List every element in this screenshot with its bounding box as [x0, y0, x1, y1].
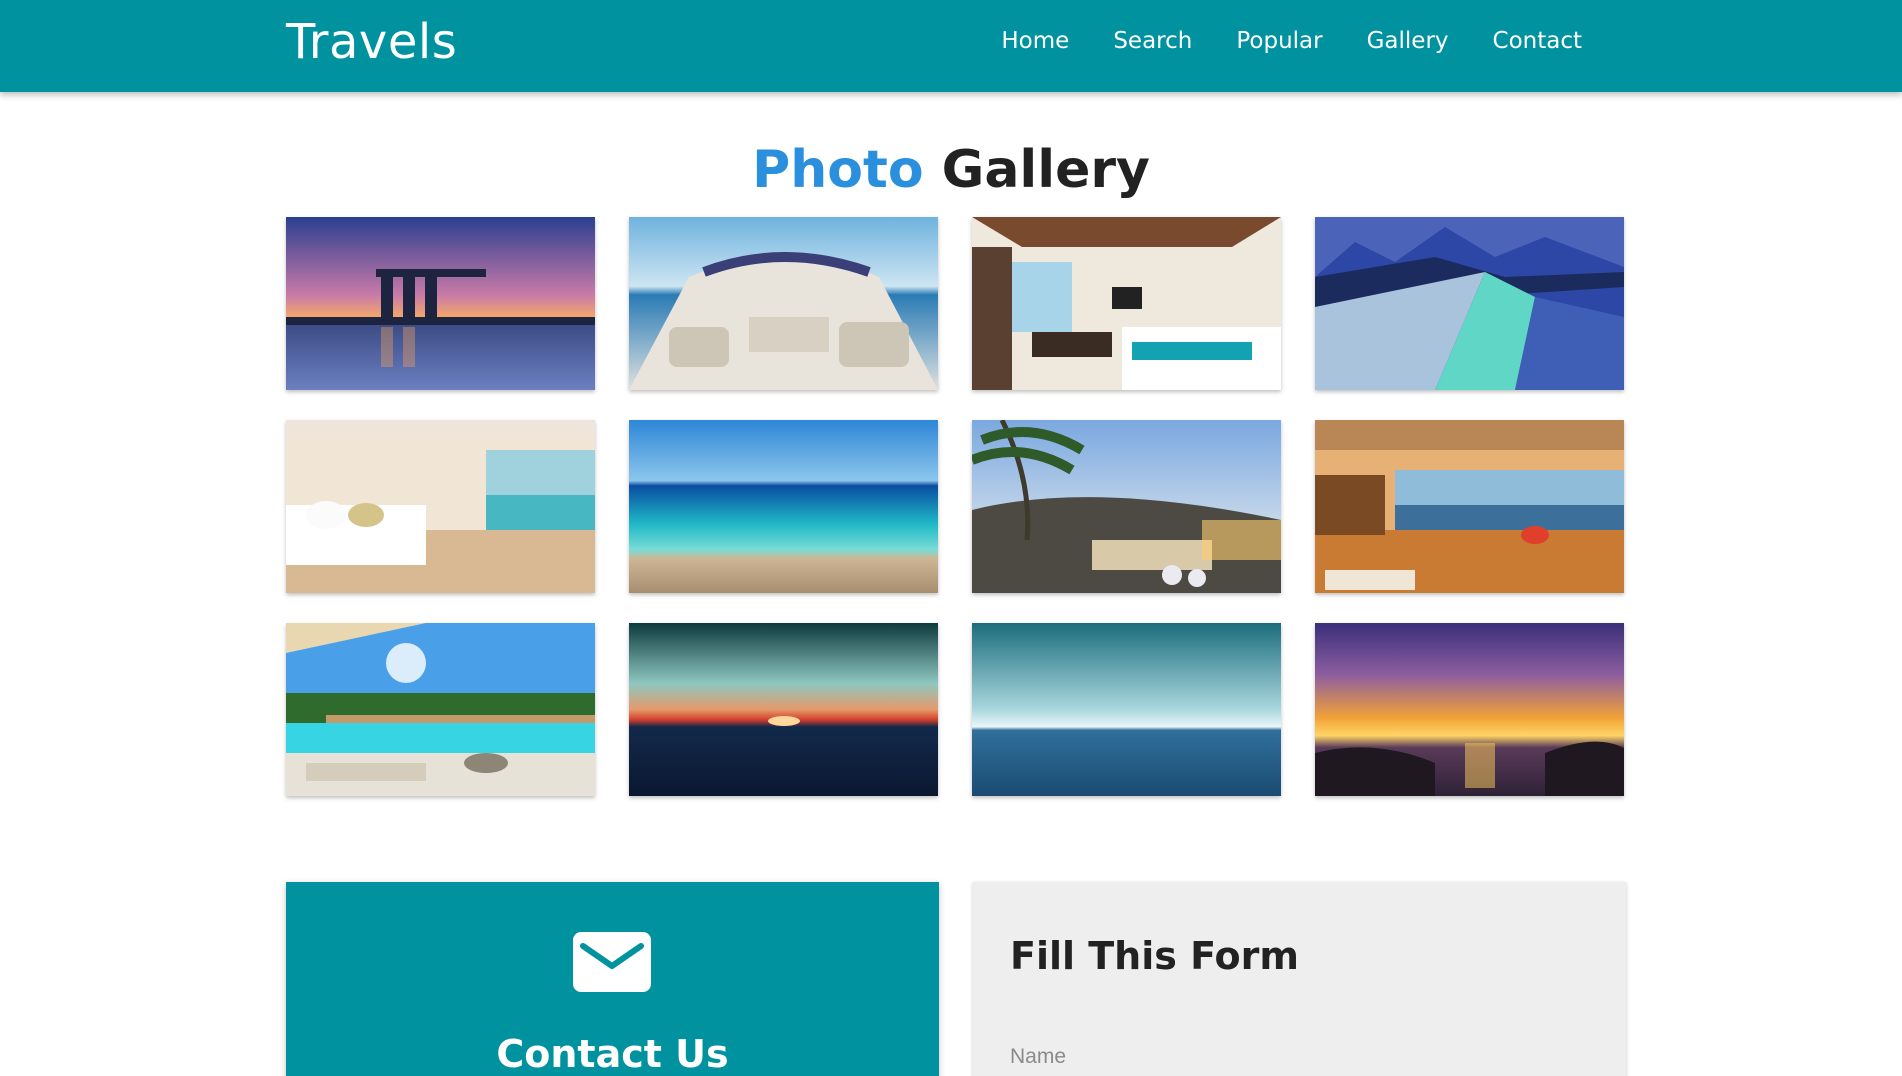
nav-link-popular[interactable]: Popular — [1214, 28, 1344, 54]
gallery-heading-rest: Gallery — [941, 140, 1150, 200]
gallery-photo-skyline[interactable] — [286, 217, 595, 390]
gallery-photo-sea-horizon[interactable] — [972, 623, 1281, 796]
gallery-photo-resort-lounge[interactable] — [972, 420, 1281, 593]
main-nav: Home Search Popular Gallery Contact — [979, 28, 1604, 54]
nav-link-gallery[interactable]: Gallery — [1345, 28, 1471, 54]
gallery-photo-villa-interior[interactable] — [1315, 420, 1624, 593]
photo-grid — [286, 217, 1626, 796]
gallery-photo-bedroom-bright[interactable] — [286, 420, 595, 593]
contact-heading: Contact Us — [496, 1032, 729, 1076]
nav-link-home[interactable]: Home — [979, 28, 1091, 54]
name-input[interactable] — [1010, 1037, 1588, 1076]
gallery-heading: Photo Gallery — [0, 140, 1902, 200]
gallery-photo-yacht[interactable] — [629, 217, 938, 390]
gallery-photo-beach-reef[interactable] — [629, 420, 938, 593]
top-navbar: Travels Home Search Popular Gallery Cont… — [0, 0, 1902, 92]
contact-form-panel: Fill This Form — [973, 882, 1626, 1076]
nav-link-search[interactable]: Search — [1091, 28, 1214, 54]
gallery-photo-golden-sunset[interactable] — [1315, 623, 1624, 796]
gallery-heading-accent: Photo — [752, 140, 924, 200]
form-heading: Fill This Form — [1010, 934, 1299, 978]
gallery-photo-bedroom-teal[interactable] — [972, 217, 1281, 390]
gallery-photo-coastal-city[interactable] — [1315, 217, 1624, 390]
site-logo-text[interactable]: Travels — [286, 14, 457, 70]
gallery-photo-resort-pool[interactable] — [286, 623, 595, 796]
envelope-icon — [573, 932, 651, 992]
nav-link-contact[interactable]: Contact — [1471, 28, 1604, 54]
gallery-photo-ocean-sunset[interactable] — [629, 623, 938, 796]
contact-panel: Contact Us — [286, 882, 939, 1076]
